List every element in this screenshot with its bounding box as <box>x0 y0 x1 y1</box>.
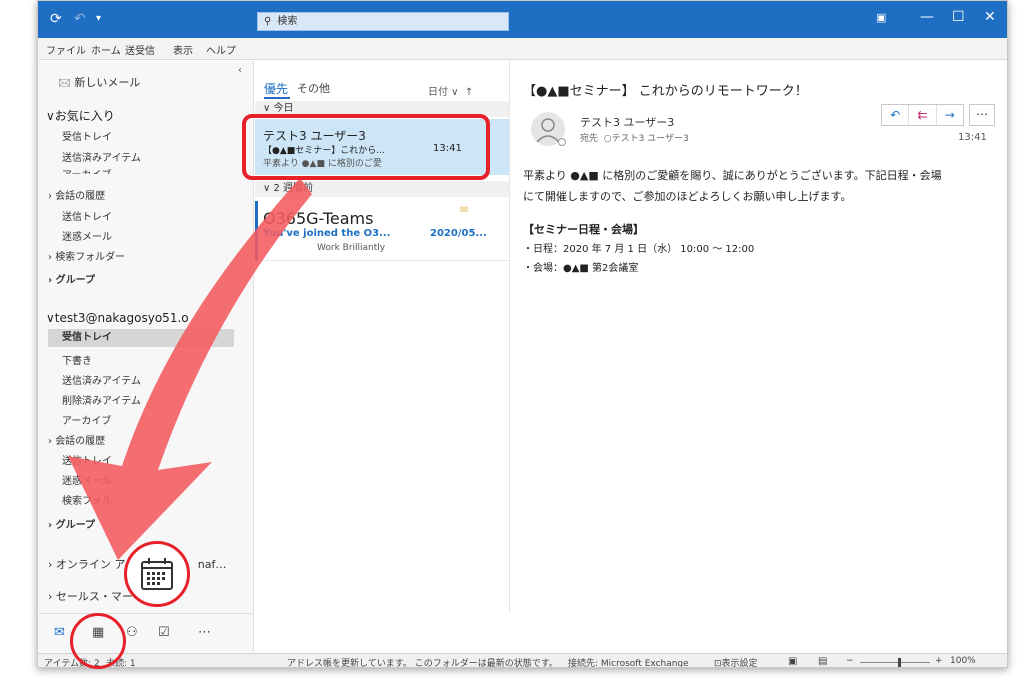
calendar-icon-enlarged <box>141 558 173 590</box>
highlight-box <box>242 114 490 180</box>
calendar-circle-highlight <box>70 613 126 669</box>
